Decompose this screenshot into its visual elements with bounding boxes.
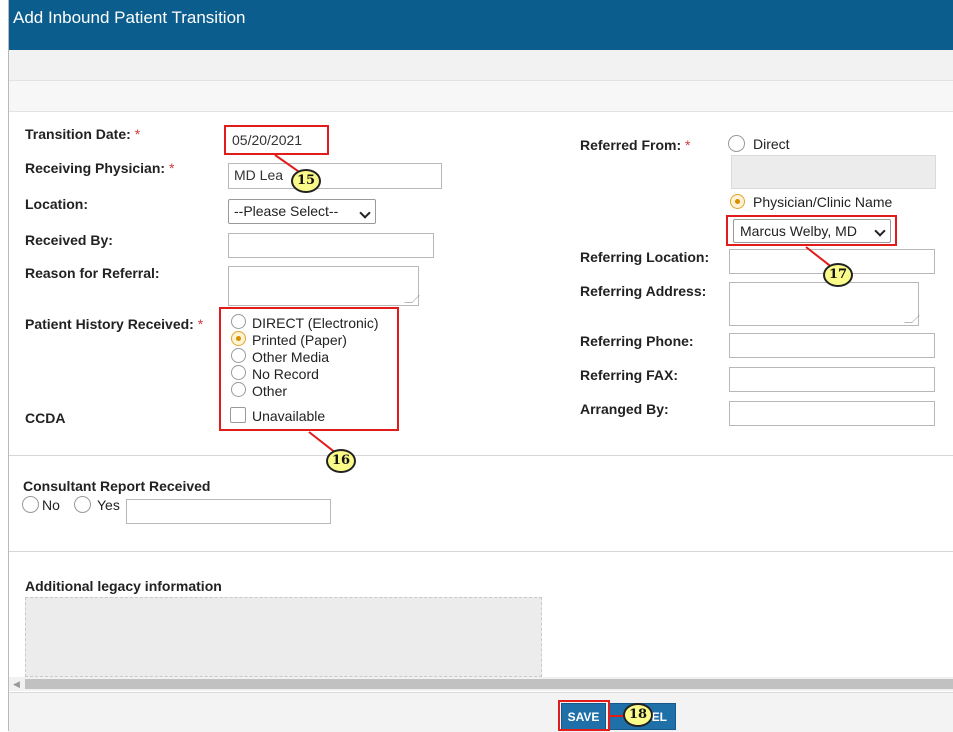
- referred-option-direct: Direct: [753, 136, 790, 152]
- dialog: Add Inbound Patient Transition Transitio…: [8, 0, 953, 732]
- referred-radio-direct[interactable]: [728, 135, 745, 152]
- section-divider: [9, 455, 953, 456]
- reason-textarea[interactable]: [228, 266, 420, 306]
- consultant-radio-no[interactable]: [22, 496, 39, 513]
- legacy-info-area: [25, 597, 542, 677]
- annotation-box-physician: [726, 215, 897, 246]
- location-label: Location:: [25, 196, 88, 212]
- reason-label: Reason for Referral:: [25, 265, 160, 281]
- resize-grip-icon[interactable]: [904, 315, 920, 323]
- consultant-radio-yes[interactable]: [74, 496, 91, 513]
- transition-date-label: Transition Date: *: [25, 126, 141, 142]
- receiving-physician-label: Receiving Physician: *: [25, 160, 175, 176]
- resize-grip-icon[interactable]: [404, 295, 420, 303]
- location-select[interactable]: --Please Select--: [228, 199, 376, 224]
- receiving-physician-field[interactable]: MD Lea: [228, 163, 442, 189]
- direct-disabled-field: [731, 155, 936, 189]
- history-label: Patient History Received: *: [25, 316, 204, 332]
- section-divider: [9, 551, 953, 552]
- consultant-field[interactable]: [126, 499, 331, 524]
- legacy-label: Additional legacy information: [25, 578, 222, 594]
- subheader-band: [9, 81, 953, 112]
- dialog-footer: [9, 692, 953, 732]
- consultant-no-label: No: [42, 497, 60, 513]
- callout-16: 16: [326, 449, 356, 473]
- chevron-down-icon: [359, 207, 371, 219]
- annotation-box-transition-date: [224, 125, 329, 155]
- consultant-label: Consultant Report Received: [23, 478, 211, 494]
- received-by-label: Received By:: [25, 232, 113, 248]
- scrollbar-thumb[interactable]: [25, 679, 953, 689]
- annotation-box-save: [558, 700, 610, 731]
- referred-option-physician: Physician/Clinic Name: [753, 194, 893, 210]
- referred-radio-physician[interactable]: [730, 194, 745, 209]
- referring-phone-label: Referring Phone:: [580, 333, 694, 349]
- callout-17: 17: [823, 263, 853, 287]
- arranged-by-field[interactable]: [729, 401, 935, 426]
- horizontal-scrollbar[interactable]: ◀: [9, 677, 953, 691]
- callout-18: 18: [623, 703, 653, 727]
- callout-15: 15: [291, 169, 321, 193]
- referring-fax-label: Referring FAX:: [580, 367, 679, 383]
- referred-from-label: Referred From: *: [580, 137, 691, 153]
- referring-location-label: Referring Location:: [580, 249, 710, 265]
- scroll-left-icon[interactable]: ◀: [13, 679, 20, 690]
- referring-address-textarea[interactable]: [729, 282, 920, 326]
- location-select-value: --Please Select--: [234, 203, 339, 219]
- dialog-left-margin: [0, 0, 8, 731]
- referring-phone-field[interactable]: [729, 333, 935, 358]
- received-by-field[interactable]: [228, 233, 434, 258]
- consultant-yes-label: Yes: [97, 497, 120, 513]
- ccda-label: CCDA: [25, 410, 66, 426]
- dialog-title: Add Inbound Patient Transition: [13, 8, 246, 27]
- toolbar-band: [9, 50, 953, 81]
- arranged-by-label: Arranged By:: [580, 401, 669, 417]
- title-bar: Add Inbound Patient Transition: [9, 0, 953, 50]
- annotation-box-history: [219, 307, 399, 431]
- referring-fax-field[interactable]: [729, 367, 935, 392]
- referring-address-label: Referring Address:: [580, 283, 707, 299]
